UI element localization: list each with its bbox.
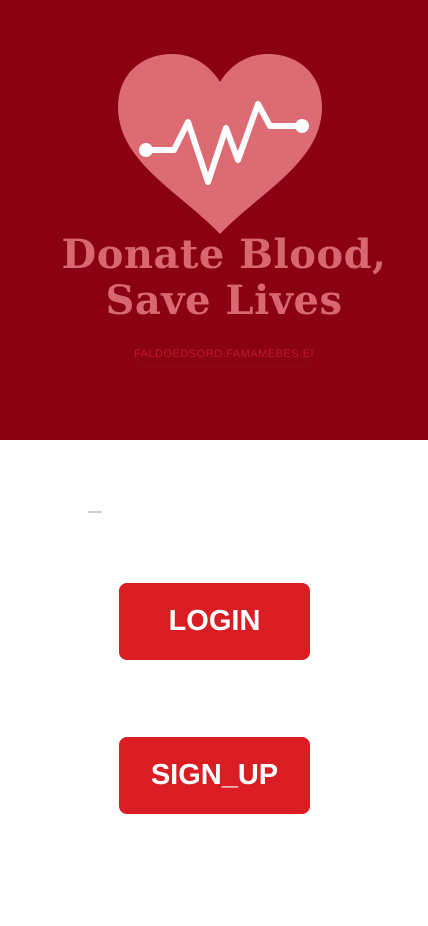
divider-dash: [88, 511, 102, 513]
login-button[interactable]: LOGIN: [119, 583, 310, 660]
signup-button[interactable]: SIGN_UP: [119, 737, 310, 814]
heart-pulse-icon: [118, 54, 322, 234]
hero-url-underline: [140, 366, 310, 371]
hero-banner: Donate Blood, Save Lives FALDOEDSORD.FAM…: [0, 0, 428, 440]
hero-title-line1: Donate Blood,: [61, 231, 387, 278]
hero-title: Donate Blood, Save Lives: [0, 232, 428, 324]
hero-title-line2: Save Lives: [105, 277, 343, 324]
hero-url-text: FALDOEDSORD.FAMAMEBES.EI: [133, 348, 315, 360]
